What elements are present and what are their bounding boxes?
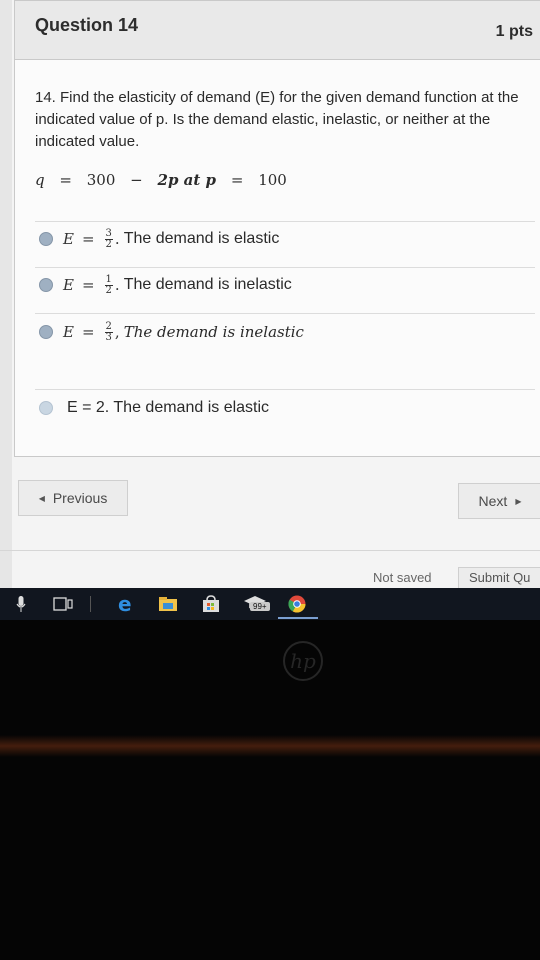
store-icon[interactable] [200, 594, 222, 614]
question-header: Question 14 1 pts [15, 1, 540, 60]
question-card: Question 14 1 pts 14. Find the elasticit… [14, 0, 540, 457]
var-e: E [63, 276, 74, 294]
next-button[interactable]: Next ▶ [458, 483, 540, 519]
formula-c: 100 [258, 171, 287, 189]
answer-option-1[interactable]: E = 3 2 . The demand is elastic [39, 221, 529, 257]
hp-logo: hp [283, 641, 323, 681]
laptop-bezel [0, 620, 540, 960]
fraction: 1 2 [104, 273, 113, 296]
separator: . [114, 276, 120, 294]
question-text: 14. Find the elasticity of demand (E) fo… [35, 89, 519, 150]
microphone-icon[interactable] [14, 594, 28, 614]
radio-button[interactable] [39, 232, 53, 246]
taskbar-separator [90, 596, 91, 612]
equals: = [81, 230, 95, 248]
keyboard-glow [0, 735, 540, 757]
denominator: 2 [105, 238, 112, 250]
notification-badge: 99+ [250, 602, 270, 611]
previous-label: Previous [52, 490, 108, 506]
save-status: Not saved [373, 570, 432, 585]
fraction: 3 2 [104, 227, 113, 250]
radio-button[interactable] [39, 278, 53, 292]
question-title: Question 14 [35, 15, 139, 35]
separator: , [114, 323, 120, 341]
taskbar: e 99+ [0, 588, 540, 620]
answer-label: The demand is inelastic [123, 276, 292, 293]
svg-text:e: e [118, 594, 132, 614]
formula-eq2: = [230, 171, 244, 189]
browser-screen: Question 14 1 pts 14. Find the elasticit… [0, 0, 540, 590]
answer-math: E = 2 3 , [63, 320, 120, 343]
file-explorer-icon[interactable] [157, 594, 179, 614]
answer-option-3[interactable]: E = 2 3 , The demand is inelastic [39, 314, 529, 350]
left-edge [0, 0, 12, 590]
formula-eq: = [59, 171, 72, 189]
answer-label: The demand is inelastic [123, 323, 304, 341]
chrome-icon[interactable] [286, 594, 308, 614]
chevron-right-icon: ▶ [515, 496, 522, 506]
equals: = [81, 276, 95, 294]
fraction: 2 3 [104, 320, 113, 343]
formula-q: q [35, 171, 45, 189]
edge-browser-icon[interactable]: e [115, 594, 137, 614]
var-e: E [63, 230, 74, 248]
var-e: E [63, 323, 74, 341]
demand-formula: q = 300 − 2p at p = 100 [35, 171, 287, 189]
denominator: 2 [105, 284, 112, 296]
active-app-indicator [278, 617, 318, 619]
answer-math: E = 3 2 . [63, 227, 120, 250]
answer-label: E = 2. The demand is elastic [67, 399, 270, 416]
numerator: 3 [104, 227, 113, 240]
next-label: Next [478, 493, 508, 509]
formula-a: 300 [86, 171, 116, 189]
equals: = [81, 323, 95, 341]
question-points: 1 pts [495, 23, 533, 40]
radio-button[interactable] [39, 401, 53, 415]
numerator: 1 [104, 273, 113, 286]
task-view-icon[interactable] [52, 594, 74, 614]
radio-button[interactable] [39, 325, 53, 339]
numerator: 2 [104, 320, 113, 333]
denominator: 3 [105, 331, 112, 343]
submit-quiz-button[interactable]: Submit Qu [458, 567, 540, 589]
answer-option-4[interactable]: E = 2. The demand is elastic [39, 390, 529, 426]
answer-math: E = 1 2 . [63, 273, 120, 296]
formula-b: 2p at p [157, 171, 217, 189]
formula-minus: − [130, 171, 143, 189]
footer-divider [0, 550, 540, 551]
answer-option-2[interactable]: E = 1 2 . The demand is inelastic [39, 267, 529, 303]
chevron-left-icon: ◀ [38, 493, 45, 503]
separator: . [114, 230, 120, 248]
answer-label: The demand is elastic [123, 230, 280, 247]
previous-button[interactable]: ◀ Previous [18, 480, 128, 516]
